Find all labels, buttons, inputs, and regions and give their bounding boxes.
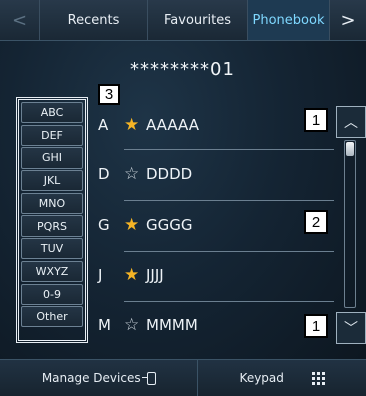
contact-letter: A — [98, 116, 109, 134]
tab-next-arrow[interactable]: > — [330, 0, 366, 40]
tab-favourites[interactable]: Favourites — [148, 0, 248, 40]
manage-devices-label: Manage Devices — [41, 371, 141, 385]
index-item-jkl[interactable]: JKL — [21, 170, 83, 192]
contact-name: DDDD — [146, 165, 193, 183]
contact-row[interactable]: A ★ AAAAA — [96, 105, 334, 145]
device-connect-icon — [141, 371, 156, 385]
index-item-wxyz[interactable]: WXYZ — [21, 260, 83, 282]
tab-bar: < Recents Favourites Phonebook > — [0, 0, 366, 41]
contact-row[interactable]: D ☆ DDDD — [96, 154, 334, 194]
row-divider — [124, 251, 334, 252]
contact-letter: J — [98, 266, 103, 284]
scroll-down-button[interactable]: ﹀ — [336, 312, 366, 344]
index-item-0-9[interactable]: 0-9 — [21, 283, 83, 305]
contact-name: MMMM — [146, 316, 198, 334]
star-outline-icon: ☆ — [124, 315, 140, 335]
index-item-pqrs[interactable]: PQRS — [21, 215, 83, 237]
manage-devices-button[interactable]: Manage Devices — [0, 360, 199, 396]
callout-scrollbar: 2 — [304, 210, 328, 234]
keypad-label: Keypad — [239, 371, 284, 385]
bottom-bar: Manage Devices Keypad — [0, 359, 366, 396]
index-item-def[interactable]: DEF — [21, 124, 83, 146]
callout-scroll-down: 1 — [304, 314, 328, 338]
keypad-button[interactable]: Keypad — [198, 360, 366, 396]
scroll-up-button[interactable]: ︿ — [336, 106, 366, 138]
scrollbar-track[interactable] — [344, 140, 356, 308]
row-divider — [124, 149, 334, 150]
star-filled-icon: ★ — [124, 215, 140, 235]
contact-row[interactable]: G ★ GGGG — [96, 205, 334, 245]
contact-row[interactable]: M ☆ MMMM — [96, 305, 334, 345]
chevron-up-icon: ︿ — [344, 115, 358, 131]
index-item-ghi[interactable]: GHI — [21, 147, 83, 169]
index-column: ABC DEF GHI JKL MNO PQRS TUV WXYZ 0-9 Ot… — [16, 97, 88, 343]
callout-scroll-up: 1 — [304, 108, 328, 132]
contact-row[interactable]: J ★ JJJJ — [96, 255, 334, 295]
contact-name: JJJJ — [146, 266, 164, 284]
dialed-number: ********01 — [130, 59, 235, 80]
star-outline-icon: ☆ — [124, 164, 140, 184]
index-item-other[interactable]: Other — [21, 306, 83, 328]
index-item-mno[interactable]: MNO — [21, 192, 83, 214]
phonebook-screen: < Recents Favourites Phonebook > *******… — [0, 0, 366, 396]
contact-letter: G — [98, 216, 110, 234]
callout-index: 3 — [98, 84, 120, 105]
star-filled-icon: ★ — [124, 265, 140, 285]
scrollbar-thumb[interactable] — [346, 142, 354, 156]
tab-phonebook[interactable]: Phonebook — [248, 0, 330, 40]
contact-letter: D — [98, 165, 110, 183]
chevron-down-icon: ﹀ — [344, 321, 358, 337]
contact-letter: M — [98, 316, 111, 334]
keypad-grid-icon — [311, 371, 325, 385]
contact-name: GGGG — [146, 216, 193, 234]
index-item-tuv[interactable]: TUV — [21, 238, 83, 260]
row-divider — [124, 301, 334, 302]
tab-prev-arrow[interactable]: < — [0, 0, 40, 40]
star-filled-icon: ★ — [124, 115, 140, 135]
row-divider — [124, 200, 334, 201]
contact-name: AAAAA — [146, 116, 199, 134]
index-item-abc[interactable]: ABC — [21, 102, 83, 124]
tab-recents[interactable]: Recents — [40, 0, 148, 40]
